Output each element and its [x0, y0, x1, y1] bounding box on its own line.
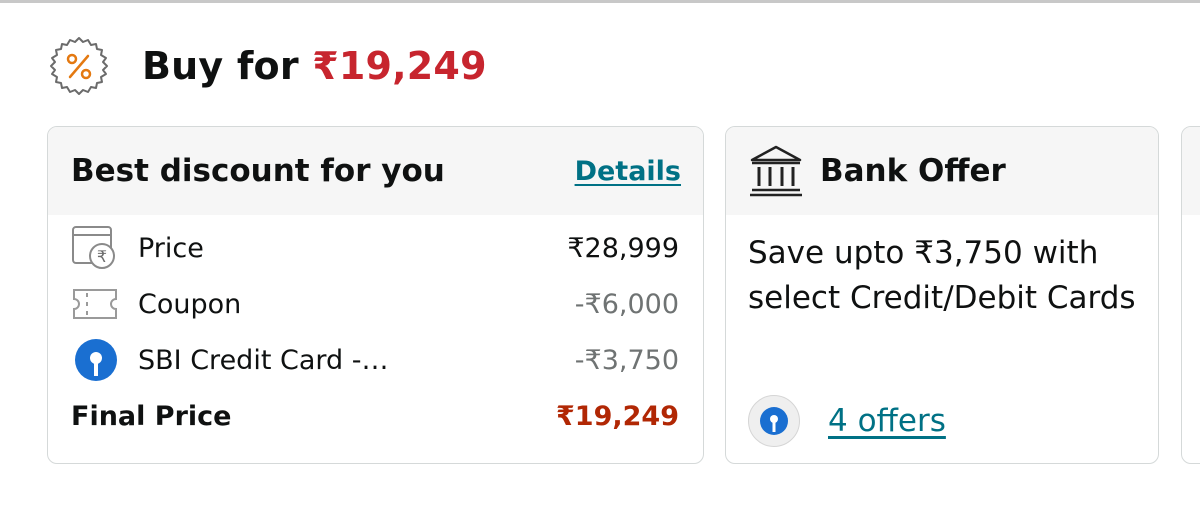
best-discount-header: Best discount for you Details [48, 127, 703, 215]
sbi-card-label: SBI Credit Card -… [138, 344, 389, 376]
price-row: ₹ Price ₹28,999 [48, 223, 703, 273]
bank-offer-title: Bank Offer [820, 153, 1006, 189]
best-discount-title: Best discount for you [71, 153, 445, 189]
price-value: ₹28,999 [567, 232, 679, 264]
bank-offer-description: Save upto ₹3,750 with select Credit/Debi… [748, 235, 1136, 316]
next-offer-header [1182, 127, 1200, 215]
buy-for-title: Buy for ₹19,249 [142, 44, 487, 88]
price-tag-rupee-icon: ₹ [70, 224, 122, 272]
sbi-logo-icon [70, 336, 122, 384]
price-label: Price [138, 232, 204, 264]
buy-for-label: Buy for [142, 44, 299, 88]
coupon-ticket-icon [70, 280, 122, 328]
buy-header: Buy for ₹19,249 [48, 30, 487, 102]
details-link[interactable]: Details [575, 156, 681, 187]
final-price-label: Final Price [71, 400, 232, 432]
final-price-value: ₹19,249 [556, 400, 679, 432]
coupon-value: -₹6,000 [574, 288, 679, 320]
sbi-card-row: SBI Credit Card -… -₹3,750 [48, 335, 703, 385]
svg-text:₹: ₹ [97, 247, 107, 266]
discount-percent-badge-icon [50, 37, 108, 95]
coupon-row: Coupon -₹6,000 [48, 279, 703, 329]
top-divider [0, 0, 1200, 3]
best-discount-card[interactable]: Best discount for you Details ₹ Price ₹2… [47, 126, 704, 464]
offers-link[interactable]: 4 offers [828, 403, 946, 439]
sbi-card-value: -₹3,750 [574, 344, 679, 376]
bank-offer-card[interactable]: Bank Offer Save upto ₹3,750 with select … [725, 126, 1159, 464]
bank-building-icon [750, 145, 802, 197]
sbi-logo-icon [748, 395, 800, 447]
next-offer-card[interactable] [1181, 126, 1200, 464]
coupon-label: Coupon [138, 288, 242, 320]
bank-offer-header: Bank Offer [726, 127, 1158, 215]
buy-for-price: ₹19,249 [312, 44, 487, 88]
final-price-row: Final Price ₹19,249 [48, 391, 703, 441]
offers-row: 4 offers [748, 395, 946, 447]
